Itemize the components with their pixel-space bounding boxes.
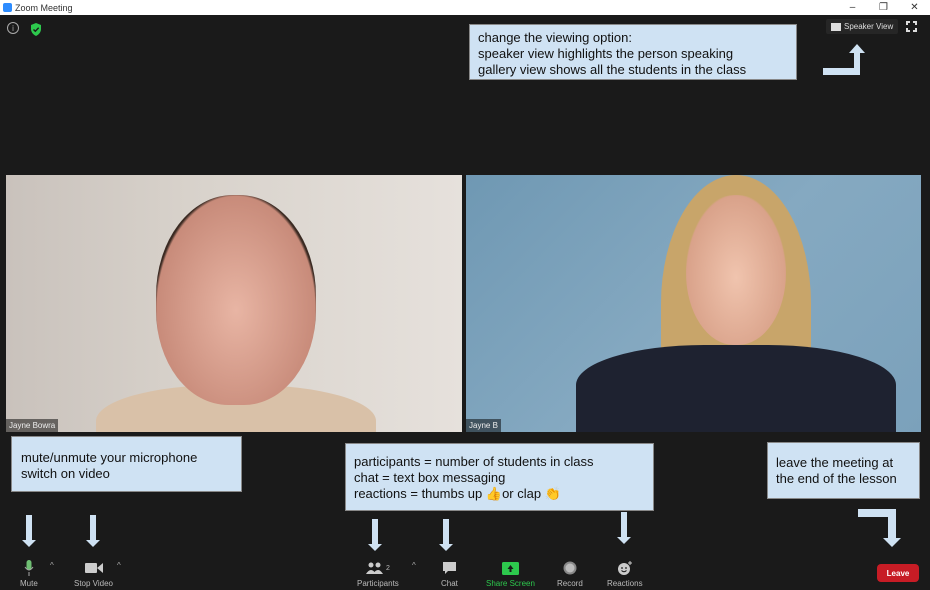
video-camera-icon: [84, 560, 103, 576]
reactions-icon: [617, 560, 633, 576]
zoom-app-icon: [3, 3, 12, 12]
share-screen-icon: [501, 560, 519, 576]
microphone-icon: [24, 560, 34, 576]
mic-video-note: mute/unmute your microphone switch on vi…: [11, 436, 242, 492]
participants-icon: 2: [365, 560, 390, 576]
note-line: switch on video: [21, 466, 110, 481]
audio-options-caret[interactable]: ^: [50, 561, 54, 570]
meeting-toolbar: Mute ^ Stop Video ^ 2 Participants ^ Cha…: [0, 554, 930, 590]
record-icon: [563, 560, 577, 576]
mute-button[interactable]: Mute: [20, 560, 38, 588]
window-title: Zoom Meeting: [15, 2, 73, 13]
arrow-down-icon: [86, 515, 100, 547]
close-button[interactable]: ✕: [899, 0, 930, 15]
video-tile-jayne-b[interactable]: Jayne B: [466, 175, 921, 432]
minimize-button[interactable]: –: [837, 0, 868, 15]
note-line: change the viewing option:: [478, 30, 632, 45]
note-line: leave the meeting at: [776, 455, 894, 470]
shield-icon[interactable]: [29, 22, 43, 36]
leave-button[interactable]: Leave: [877, 564, 919, 582]
arrow-down-icon: [22, 515, 36, 547]
info-icon[interactable]: i: [7, 22, 19, 34]
note-line: participants = number of students in cla…: [354, 454, 594, 469]
participant-video: [686, 195, 786, 345]
fullscreen-icon[interactable]: [905, 20, 918, 33]
reactions-button[interactable]: Reactions: [607, 560, 643, 588]
note-line: the end of the lesson: [776, 471, 897, 486]
view-option-note: change the viewing option: speaker view …: [469, 24, 797, 80]
arrow-down-icon: [858, 509, 901, 547]
participant-name: Jayne Bowra: [6, 419, 59, 432]
participant-name: Jayne B: [466, 419, 501, 432]
arrow-down-icon: [439, 519, 453, 551]
restore-button[interactable]: ❐: [868, 0, 899, 15]
chat-icon: [442, 560, 457, 576]
speaker-view-button[interactable]: Speaker View: [826, 19, 898, 34]
video-options-caret[interactable]: ^: [117, 561, 121, 570]
video-tile-jayne-bowra[interactable]: Jayne Bowra: [6, 175, 462, 432]
note-line: chat = text box messaging: [354, 470, 506, 485]
participants-options-caret[interactable]: ^: [412, 561, 416, 570]
share-screen-button[interactable]: Share Screen: [486, 560, 535, 588]
arrow-up-icon: [823, 44, 865, 75]
note-line: reactions = thumbs up 👍or clap 👏: [354, 486, 561, 501]
participant-video: [156, 195, 316, 405]
leave-note: leave the meeting at the end of the less…: [767, 442, 920, 499]
stop-video-button[interactable]: Stop Video: [74, 560, 113, 588]
participants-note: participants = number of students in cla…: [345, 443, 654, 511]
record-button[interactable]: Record: [557, 560, 583, 588]
note-line: gallery view shows all the students in t…: [478, 62, 747, 77]
chat-button[interactable]: Chat: [441, 560, 458, 588]
note-line: mute/unmute your microphone: [21, 450, 198, 465]
view-icon: [831, 22, 841, 31]
participants-count: 2: [385, 564, 390, 572]
note-line: speaker view highlights the person speak…: [478, 46, 734, 61]
arrow-down-icon: [617, 512, 631, 544]
participants-button[interactable]: 2 Participants: [357, 560, 399, 588]
title-bar: Zoom Meeting – ❐ ✕: [0, 0, 930, 15]
arrow-down-icon: [368, 519, 382, 551]
